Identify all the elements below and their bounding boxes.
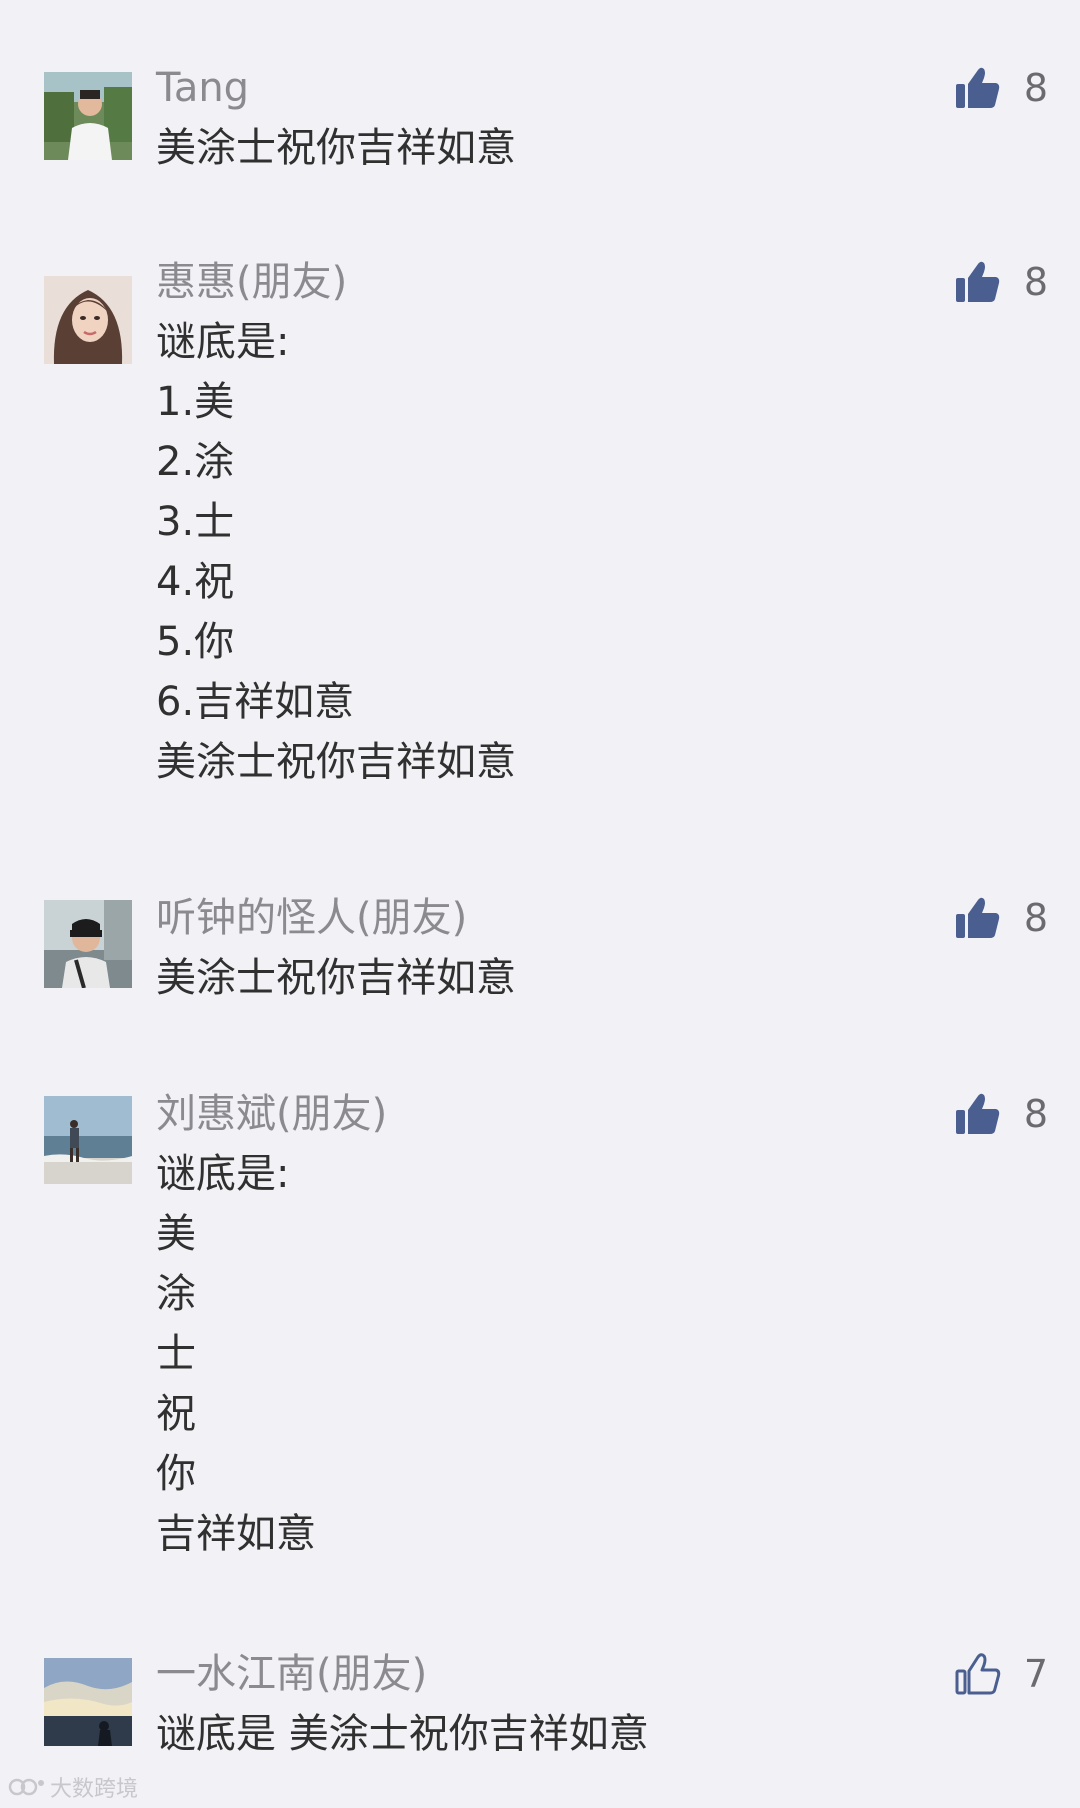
avatar[interactable] [44,276,132,364]
comment-line: 3.士 [156,499,235,545]
comment-content: 听钟的怪人(朋友) 美涂士祝你吉祥如意 [156,888,936,1008]
comment-line: 1.美 [156,379,235,425]
comment-line: 吉祥如意 [156,1511,316,1557]
comment-line: 美涂士祝你吉祥如意 [156,739,516,785]
thumbs-up-filled-icon [956,1093,1000,1134]
man-photo-icon [44,900,132,988]
comment-line: 涂 [156,1271,196,1317]
comment-text: 美涂士祝你吉祥如意 [156,948,936,1008]
comment-line: 2.涂 [156,439,235,485]
beach-photo-icon [44,1096,132,1184]
watermark-logo-icon [8,1778,44,1796]
comment-line: 5.你 [156,619,235,665]
commenter-name[interactable]: 惠惠(朋友) [156,252,936,312]
avatar[interactable] [44,1096,132,1184]
comment-content: 一水江南(朋友) 谜底是 美涂士祝你吉祥如意 [156,1644,936,1764]
like-count: 7 [1023,1652,1048,1696]
thumbs-up-filled-icon [956,261,1000,302]
comment-line: 你 [156,1451,196,1497]
watermark: 大数跨境 [8,1772,138,1802]
comment-line: 4.祝 [156,559,235,605]
comment-line: 6.吉祥如意 [156,679,355,725]
commenter-name[interactable]: Tang [156,58,936,118]
comment-line: 士 [156,1331,196,1377]
person-photo-icon [44,72,132,160]
like-count: 8 [1023,896,1048,940]
comment-content: 惠惠(朋友) 谜底是: 1.美 2.涂 3.士 4.祝 5.你 6.吉祥如意 美… [156,252,936,792]
like-button[interactable]: 8 [954,1084,1048,1144]
comment-line: 美 [156,1211,196,1257]
thumbs-up-filled-icon [956,897,1000,938]
comment-text: 谜底是: 美 涂 士 祝 你 吉祥如意 [156,1144,936,1564]
thumbs-up-outline-icon [955,1653,1001,1695]
woman-photo-icon [44,276,132,364]
like-count: 8 [1023,1092,1048,1136]
comment-line: 美涂士祝你吉祥如意 [156,955,516,1001]
like-button[interactable]: 7 [954,1644,1048,1704]
comment-text: 谜底是 美涂士祝你吉祥如意 [156,1704,936,1764]
comment-line: 谜底是: [156,319,290,365]
commenter-name[interactable]: 听钟的怪人(朋友) [156,888,936,948]
like-button[interactable]: 8 [954,252,1048,312]
comment-line: 祝 [156,1391,196,1437]
like-count: 8 [1023,260,1048,304]
avatar[interactable] [44,900,132,988]
avatar[interactable] [44,72,132,160]
avatar[interactable] [44,1658,132,1746]
like-count: 8 [1023,66,1048,110]
comment-line: 美涂士祝你吉祥如意 [156,125,516,171]
commenter-name[interactable]: 一水江南(朋友) [156,1644,936,1704]
sunset-photo-icon [44,1658,132,1746]
comment-line: 谜底是 美涂士祝你吉祥如意 [156,1711,649,1757]
comment-text: 美涂士祝你吉祥如意 [156,118,936,178]
like-button[interactable]: 8 [954,888,1048,948]
comment-line: 谜底是: [156,1151,290,1197]
watermark-text: 大数跨境 [50,1777,139,1802]
like-button[interactable]: 8 [954,58,1048,118]
comment-content: 刘惠斌(朋友) 谜底是: 美 涂 士 祝 你 吉祥如意 [156,1084,936,1564]
comment-text: 谜底是: 1.美 2.涂 3.士 4.祝 5.你 6.吉祥如意 美涂士祝你吉祥如… [156,312,936,792]
comment-list: Tang 美涂士祝你吉祥如意 8 惠惠(朋友) 谜底是: 1.美 2.涂 3.士… [0,0,1080,1808]
commenter-name[interactable]: 刘惠斌(朋友) [156,1084,936,1144]
thumbs-up-filled-icon [956,67,1000,108]
comment-content: Tang 美涂士祝你吉祥如意 [156,58,936,178]
